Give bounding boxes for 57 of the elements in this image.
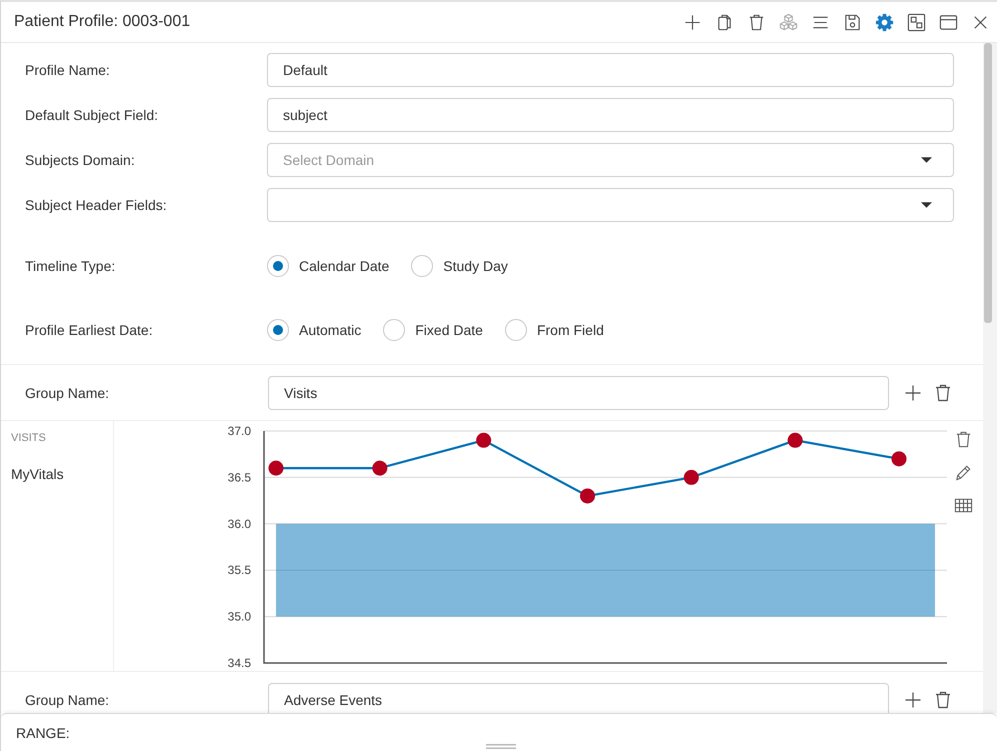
save-icon[interactable] (843, 12, 862, 32)
window-icon[interactable] (939, 12, 958, 32)
radio-button[interactable] (504, 319, 527, 341)
add-icon[interactable] (683, 12, 702, 32)
table-icon[interactable] (954, 496, 973, 515)
dropdown-field[interactable] (267, 188, 954, 222)
radio-label: Calendar Date (299, 258, 390, 274)
field-label: Profile Name: (25, 62, 111, 78)
drag-handle-icon[interactable] (486, 744, 516, 749)
settings-icon[interactable] (875, 12, 894, 32)
delete-icon[interactable] (933, 690, 953, 710)
radio-button[interactable] (383, 319, 406, 341)
delete-icon[interactable] (747, 12, 766, 32)
data-point (476, 432, 492, 448)
field-label: Subject Header Fields: (25, 197, 168, 213)
add-icon[interactable] (903, 382, 923, 402)
field-label: Profile Earliest Date: (25, 322, 154, 338)
radio-button[interactable] (267, 319, 289, 341)
field-label: Group Name: (25, 692, 110, 708)
add-icon[interactable] (903, 690, 923, 710)
axis-tick-label: 37.0 (228, 424, 251, 438)
radio-label: From Field (536, 322, 604, 338)
radio-button[interactable] (267, 255, 289, 277)
field-label: Default Subject Field: (25, 107, 160, 123)
text-field[interactable]: Default (267, 53, 954, 87)
data-point (892, 451, 906, 466)
data-point (268, 460, 284, 476)
text-field[interactable]: Adverse Events (268, 682, 889, 713)
axis-tick-label: 35.5 (228, 563, 251, 578)
window-title: Patient Profile: 0003-001 (14, 13, 190, 31)
caret-icon (921, 202, 932, 208)
track-label: MyVitals (11, 466, 64, 482)
data-point (372, 460, 388, 476)
data-point (684, 470, 699, 485)
field-label: Subjects Domain: (25, 152, 136, 168)
field-label: Timeline Type: (25, 258, 116, 274)
delete-icon[interactable] (954, 430, 973, 449)
text-field[interactable]: Visits (268, 376, 889, 410)
caret-icon (921, 157, 932, 163)
delete-icon[interactable] (933, 382, 953, 402)
field-label: Group Name: (25, 384, 110, 400)
radio-label: Fixed Date (415, 322, 483, 338)
range-label: RANGE: (16, 724, 70, 740)
group-heading: VISITS (11, 432, 46, 444)
text-field[interactable]: subject (267, 98, 954, 132)
radio-button[interactable] (411, 255, 434, 277)
radio-label: Automatic (299, 322, 362, 338)
data-point (788, 432, 803, 448)
pencil-icon[interactable] (954, 463, 973, 482)
axis-tick-label: 36.0 (228, 516, 251, 531)
axis-tick-label: 36.5 (228, 470, 251, 484)
radio-label: Study Day (443, 258, 508, 274)
data-point (580, 488, 595, 504)
axis-tick-label: 34.5 (228, 656, 251, 670)
axis-tick-label: 35.0 (228, 610, 251, 624)
scrollbar-thumb[interactable] (984, 43, 992, 323)
layout-icon[interactable] (907, 12, 926, 32)
